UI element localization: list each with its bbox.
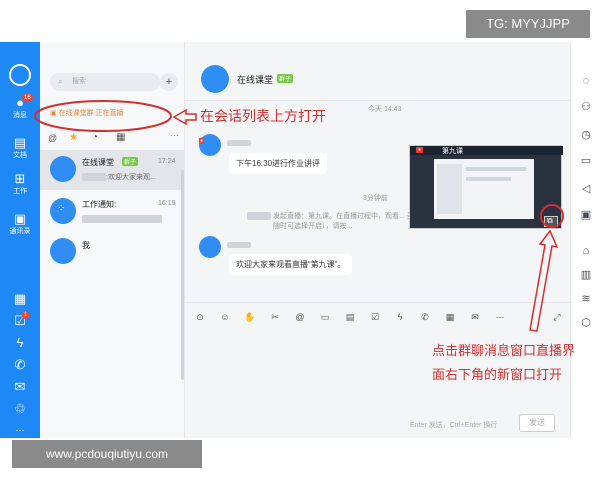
annotation-arrow-left bbox=[172, 108, 197, 126]
annotation-bottom-line1: 点击群聊消息窗口直播界 bbox=[432, 343, 576, 358]
highlight-circle bbox=[540, 204, 564, 228]
highlight-ellipse bbox=[34, 100, 172, 132]
watermark-bottom: www.pcdouqiutiyu.com bbox=[12, 440, 202, 468]
annotation-arrow-up bbox=[529, 229, 559, 332]
annotation-top: 在会话列表上方打开 bbox=[200, 108, 326, 124]
annotation-bottom-line2: 面右下角的新窗口打开 bbox=[432, 367, 563, 382]
annotation-overlay bbox=[34, 100, 564, 332]
